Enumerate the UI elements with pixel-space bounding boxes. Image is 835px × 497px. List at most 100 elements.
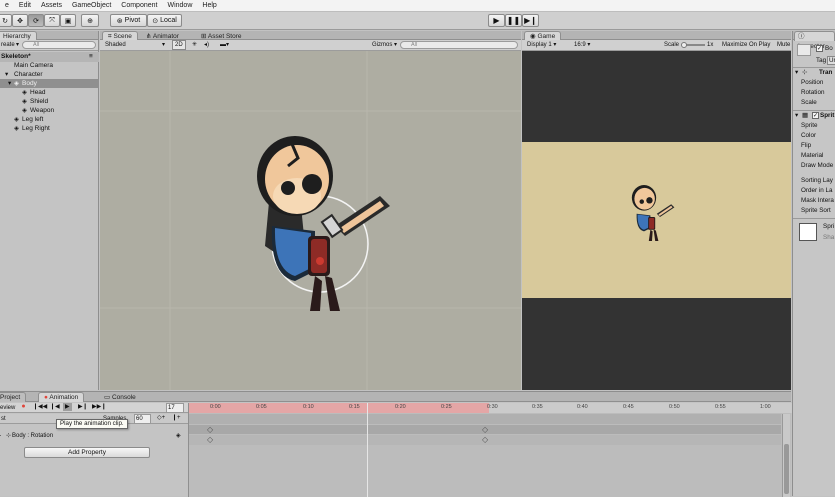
scrollbar-thumb[interactable] (784, 444, 789, 494)
2d-toggle[interactable]: 2D (172, 40, 186, 50)
keyframe-diamond[interactable]: ◇ (207, 425, 213, 434)
dopesheet[interactable]: ◇ ◇ ◇ ◇ (188, 403, 792, 497)
scene-name: Skeleton* (1, 53, 31, 60)
hierarchy-tabbar: Hierarchy (0, 31, 98, 41)
expand-arrow-icon[interactable]: ▾ (795, 69, 798, 76)
tick-label: 0:45 (623, 404, 634, 410)
tag-dropdown[interactable]: Un (827, 56, 835, 65)
sprite-enabled-checkbox[interactable]: ✓ (812, 112, 819, 119)
tab-animation[interactable]: ● Animation (38, 392, 85, 402)
add-event-button[interactable]: ❙+ (172, 414, 181, 422)
pivot-toggle[interactable]: ⊛ Pivot (110, 14, 147, 27)
first-keyframe-button[interactable]: ❙◀◀ (33, 403, 47, 411)
summary-row (189, 414, 781, 424)
expand-arrow-icon[interactable]: ▾ (5, 70, 8, 79)
hierarchy-item-main-camera[interactable]: Main Camera (14, 61, 53, 70)
material-preview (799, 223, 817, 241)
keyframe-diamond[interactable]: ◇ (482, 435, 488, 444)
tab-inspector[interactable]: ⓘ Inspector (794, 31, 835, 50)
menu-window[interactable]: Window (162, 2, 197, 9)
maximize-toggle[interactable]: Maximize On Play (722, 41, 770, 49)
menu-gameobject[interactable]: GameObject (67, 2, 116, 9)
scale-tool-button[interactable]: ⤧ (44, 14, 60, 27)
move-tool-button[interactable]: ✥ (12, 14, 28, 27)
create-dropdown[interactable]: reate (1, 41, 15, 49)
last-keyframe-button[interactable]: ▶▶❙ (92, 403, 106, 411)
frame-field[interactable]: 17 (166, 403, 184, 413)
inspector-panel: ⓘ Inspector ✓ Bo Tag Un ▾ ⊹ Tran Positio… (792, 31, 835, 496)
display-dropdown[interactable]: Display 1 ▾ (527, 41, 556, 49)
effects-icon[interactable]: ▬▾ (220, 41, 229, 49)
add-property-button[interactable]: Add Property (24, 447, 150, 458)
menu-help[interactable]: Help (197, 2, 221, 9)
scene-search-input[interactable]: All (400, 41, 518, 49)
rect-tool-button[interactable]: ▣ (60, 14, 76, 27)
animator-tab-icon: ⋔ (146, 33, 153, 40)
playhead[interactable] (367, 403, 368, 497)
tab-project[interactable]: Project (0, 392, 27, 402)
lighting-icon[interactable]: ✳ (192, 41, 197, 49)
shading-dropdown[interactable]: Shaded (105, 41, 126, 49)
expand-arrow-icon[interactable]: ▾ (8, 79, 11, 88)
play-clip-button[interactable]: ▶ (63, 403, 72, 411)
next-keyframe-button[interactable]: ▶❙ (78, 403, 88, 411)
menu-edit[interactable]: Edit (14, 2, 36, 9)
scene-subbar: Shaded ▾ 2D ✳ ◂) ▬▾ Gizmos ▾ All (100, 40, 521, 51)
transform-tool-button[interactable]: ⊕ (81, 14, 99, 27)
menu-assets[interactable]: Assets (36, 2, 67, 9)
aspect-label: 16:9 (574, 42, 586, 48)
samples-field[interactable]: 60 (134, 414, 151, 424)
skeleton-character[interactable] (257, 136, 390, 311)
expand-arrow-icon[interactable]: ▸ (0, 432, 1, 440)
mute-toggle[interactable]: Mute (777, 41, 790, 49)
game-viewport (522, 142, 791, 298)
keyframe-diamond[interactable]: ◇ (482, 425, 488, 434)
active-checkbox[interactable]: ✓ (816, 45, 823, 52)
rotate-tool-button[interactable]: ⟳ (28, 14, 44, 27)
gameobject-icon: ◈ (14, 80, 19, 87)
transform-header[interactable]: Tran (819, 69, 832, 76)
scene-options-icon[interactable]: ≡ (89, 52, 93, 61)
prev-keyframe-button[interactable]: ❙◀ (50, 403, 60, 411)
scale-slider-thumb[interactable] (681, 42, 687, 48)
hierarchy-item-leg-left[interactable]: Leg left (22, 115, 43, 124)
play-button[interactable]: ▶ (488, 14, 505, 27)
menu-file[interactable]: e (0, 2, 14, 9)
game-subbar: Display 1 ▾ 16:9 ▾ Scale 1x Maximize On … (522, 40, 791, 51)
menu-component[interactable]: Component (116, 2, 162, 9)
object-name-field[interactable]: Bo (825, 45, 833, 52)
gizmos-dropdown[interactable]: Gizmos ▾ (372, 41, 397, 49)
hierarchy-item-leg-right[interactable]: Leg Right (22, 124, 50, 133)
sprite-renderer-header[interactable]: Sprit (820, 112, 834, 119)
tab-project-label: Project (0, 394, 21, 401)
scene-canvas[interactable] (100, 51, 521, 390)
add-keyframe-button[interactable]: ◇+ (157, 414, 165, 422)
hand-tool-button[interactable]: ↻ (0, 14, 12, 27)
hierarchy-item-body-row[interactable]: ▾ ◈ Body (0, 79, 99, 88)
timeline-scrollbar[interactable] (782, 414, 790, 497)
expand-arrow-icon[interactable]: ▾ (795, 112, 798, 119)
preview-toggle[interactable]: eview (0, 404, 15, 412)
hierarchy-item-character[interactable]: Character (14, 70, 43, 79)
sorting-layer-label: Sorting Lay (801, 177, 833, 184)
hierarchy-item-head[interactable]: Head (30, 88, 46, 97)
local-toggle[interactable]: ⊙ Local (147, 14, 182, 27)
step-button[interactable]: ▶❙ (522, 14, 539, 27)
aspect-dropdown[interactable]: 16:9 ▾ (574, 41, 590, 49)
pause-button[interactable]: ❚❚ (505, 14, 522, 27)
tab-animator-label: Animator (152, 33, 179, 40)
scale-slider[interactable] (681, 42, 705, 48)
hierarchy-search-input[interactable]: All (22, 41, 96, 49)
clip-dropdown[interactable]: st (1, 415, 6, 423)
tab-console[interactable]: ▭ Console (98, 392, 142, 402)
audio-icon[interactable]: ◂) (204, 41, 209, 49)
keyframe-indicator-icon[interactable]: ◈ (176, 432, 181, 440)
keyframe-diamond[interactable]: ◇ (207, 435, 213, 444)
hierarchy-item-weapon[interactable]: Weapon (30, 106, 54, 115)
gameobject-icon: ◈ (22, 89, 27, 96)
hierarchy-item-shield[interactable]: Shield (30, 97, 48, 106)
scale-label: Scale (801, 99, 817, 106)
property-row[interactable]: ▸ ⊹ Body : Rotation ◈ (0, 432, 188, 442)
record-button[interactable]: ● (18, 403, 29, 411)
scene-panel: ⌗ Scene ⋔ Animator ⊞ Asset Store Shaded … (100, 31, 521, 390)
